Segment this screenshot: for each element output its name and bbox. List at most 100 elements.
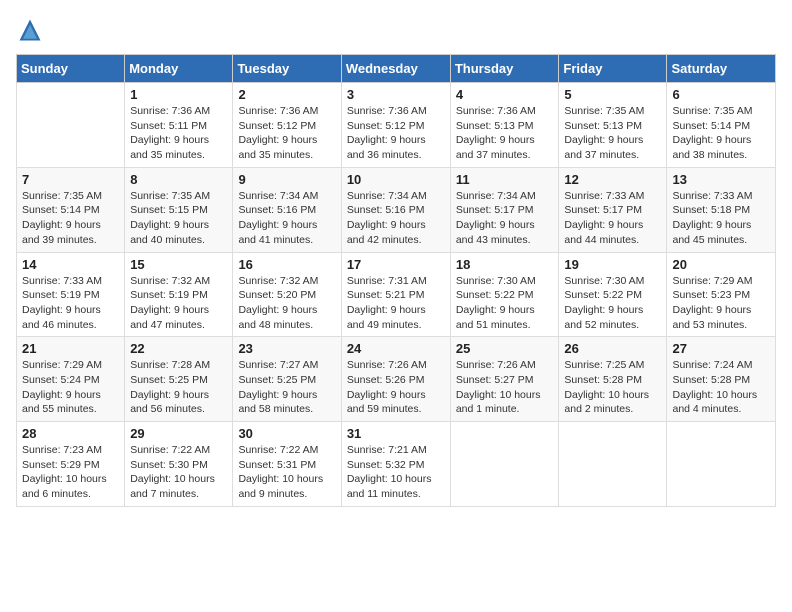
calendar-header-friday: Friday	[559, 55, 667, 83]
day-number: 31	[347, 426, 445, 441]
day-info: Sunrise: 7:35 AM Sunset: 5:13 PM Dayligh…	[564, 104, 661, 163]
day-info: Sunrise: 7:29 AM Sunset: 5:23 PM Dayligh…	[672, 274, 770, 333]
calendar-cell: 24Sunrise: 7:26 AM Sunset: 5:26 PM Dayli…	[341, 337, 450, 422]
day-number: 28	[22, 426, 119, 441]
calendar-cell: 20 Sunrise: 7:29 AM Sunset: 5:23 PM Dayli…	[667, 252, 776, 337]
day-info: Sunrise: 7:25 AM Sunset: 5:28 PM Dayligh…	[564, 358, 661, 417]
day-info: Sunrise: 7:32 AM Sunset: 5:20 PM Dayligh…	[238, 274, 335, 333]
day-number: 29	[130, 426, 227, 441]
day-info: Sunrise: 7:35 AM Sunset: 5:14 PM Dayligh…	[672, 104, 770, 163]
calendar-week-row: 7 Sunrise: 7:35 AM Sunset: 5:14 PM Daylig…	[17, 167, 776, 252]
day-info: Sunrise: 7:30 AM Sunset: 5:22 PM Dayligh…	[564, 274, 661, 333]
calendar-table: SundayMondayTuesdayWednesdayThursdayFrid…	[16, 54, 776, 507]
day-info: Sunrise: 7:22 AM Sunset: 5:30 PM Dayligh…	[130, 443, 227, 502]
page-header	[16, 16, 776, 44]
day-number: 27	[672, 341, 770, 356]
day-number: 4	[456, 87, 554, 102]
calendar-cell: 1 Sunrise: 7:36 AM Sunset: 5:11 PM Daylig…	[125, 83, 233, 168]
day-info: Sunrise: 7:34 AM Sunset: 5:17 PM Dayligh…	[456, 189, 554, 248]
day-info: Sunrise: 7:33 AM Sunset: 5:17 PM Dayligh…	[564, 189, 661, 248]
day-number: 15	[130, 257, 227, 272]
calendar-header-saturday: Saturday	[667, 55, 776, 83]
day-info: Sunrise: 7:21 AM Sunset: 5:32 PM Dayligh…	[347, 443, 445, 502]
logo	[16, 16, 48, 44]
calendar-cell: 29 Sunrise: 7:22 AM Sunset: 5:30 PM Dayli…	[125, 422, 233, 507]
day-number: 26	[564, 341, 661, 356]
day-info: Sunrise: 7:35 AM Sunset: 5:15 PM Dayligh…	[130, 189, 227, 248]
day-number: 8	[130, 172, 227, 187]
day-info: Sunrise: 7:30 AM Sunset: 5:22 PM Dayligh…	[456, 274, 554, 333]
calendar-cell: 21Sunrise: 7:29 AM Sunset: 5:24 PM Dayli…	[17, 337, 125, 422]
calendar-week-row: 1 Sunrise: 7:36 AM Sunset: 5:11 PM Daylig…	[17, 83, 776, 168]
calendar-cell: 17Sunrise: 7:31 AM Sunset: 5:21 PM Dayli…	[341, 252, 450, 337]
calendar-cell: 12 Sunrise: 7:33 AM Sunset: 5:17 PM Dayli…	[559, 167, 667, 252]
logo-icon	[16, 16, 44, 44]
calendar-cell	[450, 422, 559, 507]
day-number: 20	[672, 257, 770, 272]
calendar-cell: 13 Sunrise: 7:33 AM Sunset: 5:18 PM Dayli…	[667, 167, 776, 252]
calendar-cell: 2Sunrise: 7:36 AM Sunset: 5:12 PM Daylig…	[233, 83, 341, 168]
day-number: 11	[456, 172, 554, 187]
calendar-cell: 4 Sunrise: 7:36 AM Sunset: 5:13 PM Daylig…	[450, 83, 559, 168]
day-number: 23	[238, 341, 335, 356]
calendar-cell: 10 Sunrise: 7:34 AM Sunset: 5:16 PM Dayli…	[341, 167, 450, 252]
calendar-header-row: SundayMondayTuesdayWednesdayThursdayFrid…	[17, 55, 776, 83]
calendar-cell: 16 Sunrise: 7:32 AM Sunset: 5:20 PM Dayli…	[233, 252, 341, 337]
day-info: Sunrise: 7:36 AM Sunset: 5:12 PM Dayligh…	[347, 104, 445, 163]
calendar-cell: 26 Sunrise: 7:25 AM Sunset: 5:28 PM Dayli…	[559, 337, 667, 422]
calendar-header-wednesday: Wednesday	[341, 55, 450, 83]
day-info: Sunrise: 7:36 AM Sunset: 5:13 PM Dayligh…	[456, 104, 554, 163]
calendar-cell: 7 Sunrise: 7:35 AM Sunset: 5:14 PM Daylig…	[17, 167, 125, 252]
calendar-cell: 11 Sunrise: 7:34 AM Sunset: 5:17 PM Dayli…	[450, 167, 559, 252]
day-number: 12	[564, 172, 661, 187]
calendar-cell	[17, 83, 125, 168]
day-info: Sunrise: 7:27 AM Sunset: 5:25 PM Dayligh…	[238, 358, 335, 417]
day-info: Sunrise: 7:23 AM Sunset: 5:29 PM Dayligh…	[22, 443, 119, 502]
calendar-cell	[559, 422, 667, 507]
calendar-header-monday: Monday	[125, 55, 233, 83]
calendar-cell: 25 Sunrise: 7:26 AM Sunset: 5:27 PM Dayli…	[450, 337, 559, 422]
day-number: 30	[238, 426, 335, 441]
calendar-header-sunday: Sunday	[17, 55, 125, 83]
calendar-header-tuesday: Tuesday	[233, 55, 341, 83]
day-number: 1	[130, 87, 227, 102]
day-number: 10	[347, 172, 445, 187]
calendar-cell: 19 Sunrise: 7:30 AM Sunset: 5:22 PM Dayli…	[559, 252, 667, 337]
day-info: Sunrise: 7:34 AM Sunset: 5:16 PM Dayligh…	[347, 189, 445, 248]
calendar-week-row: 28 Sunrise: 7:23 AM Sunset: 5:29 PM Dayli…	[17, 422, 776, 507]
calendar-cell: 18 Sunrise: 7:30 AM Sunset: 5:22 PM Dayli…	[450, 252, 559, 337]
day-number: 22	[130, 341, 227, 356]
day-info: Sunrise: 7:34 AM Sunset: 5:16 PM Dayligh…	[238, 189, 335, 248]
day-info: Sunrise: 7:35 AM Sunset: 5:14 PM Dayligh…	[22, 189, 119, 248]
day-number: 21	[22, 341, 119, 356]
calendar-cell: 5 Sunrise: 7:35 AM Sunset: 5:13 PM Daylig…	[559, 83, 667, 168]
calendar-cell: 27Sunrise: 7:24 AM Sunset: 5:28 PM Dayli…	[667, 337, 776, 422]
day-info: Sunrise: 7:31 AM Sunset: 5:21 PM Dayligh…	[347, 274, 445, 333]
day-number: 7	[22, 172, 119, 187]
day-info: Sunrise: 7:26 AM Sunset: 5:26 PM Dayligh…	[347, 358, 445, 417]
day-info: Sunrise: 7:26 AM Sunset: 5:27 PM Dayligh…	[456, 358, 554, 417]
day-number: 6	[672, 87, 770, 102]
day-number: 16	[238, 257, 335, 272]
day-info: Sunrise: 7:22 AM Sunset: 5:31 PM Dayligh…	[238, 443, 335, 502]
calendar-week-row: 14Sunrise: 7:33 AM Sunset: 5:19 PM Dayli…	[17, 252, 776, 337]
day-info: Sunrise: 7:33 AM Sunset: 5:18 PM Dayligh…	[672, 189, 770, 248]
calendar-cell: 15Sunrise: 7:32 AM Sunset: 5:19 PM Dayli…	[125, 252, 233, 337]
calendar-header-thursday: Thursday	[450, 55, 559, 83]
day-number: 5	[564, 87, 661, 102]
calendar-cell: 9 Sunrise: 7:34 AM Sunset: 5:16 PM Daylig…	[233, 167, 341, 252]
day-number: 25	[456, 341, 554, 356]
calendar-cell: 14Sunrise: 7:33 AM Sunset: 5:19 PM Dayli…	[17, 252, 125, 337]
day-info: Sunrise: 7:36 AM Sunset: 5:11 PM Dayligh…	[130, 104, 227, 163]
day-number: 19	[564, 257, 661, 272]
calendar-cell: 22 Sunrise: 7:28 AM Sunset: 5:25 PM Dayli…	[125, 337, 233, 422]
day-number: 9	[238, 172, 335, 187]
day-number: 18	[456, 257, 554, 272]
calendar-cell: 28 Sunrise: 7:23 AM Sunset: 5:29 PM Dayli…	[17, 422, 125, 507]
day-info: Sunrise: 7:28 AM Sunset: 5:25 PM Dayligh…	[130, 358, 227, 417]
calendar-cell	[667, 422, 776, 507]
day-number: 13	[672, 172, 770, 187]
day-number: 3	[347, 87, 445, 102]
calendar-week-row: 21Sunrise: 7:29 AM Sunset: 5:24 PM Dayli…	[17, 337, 776, 422]
day-number: 14	[22, 257, 119, 272]
